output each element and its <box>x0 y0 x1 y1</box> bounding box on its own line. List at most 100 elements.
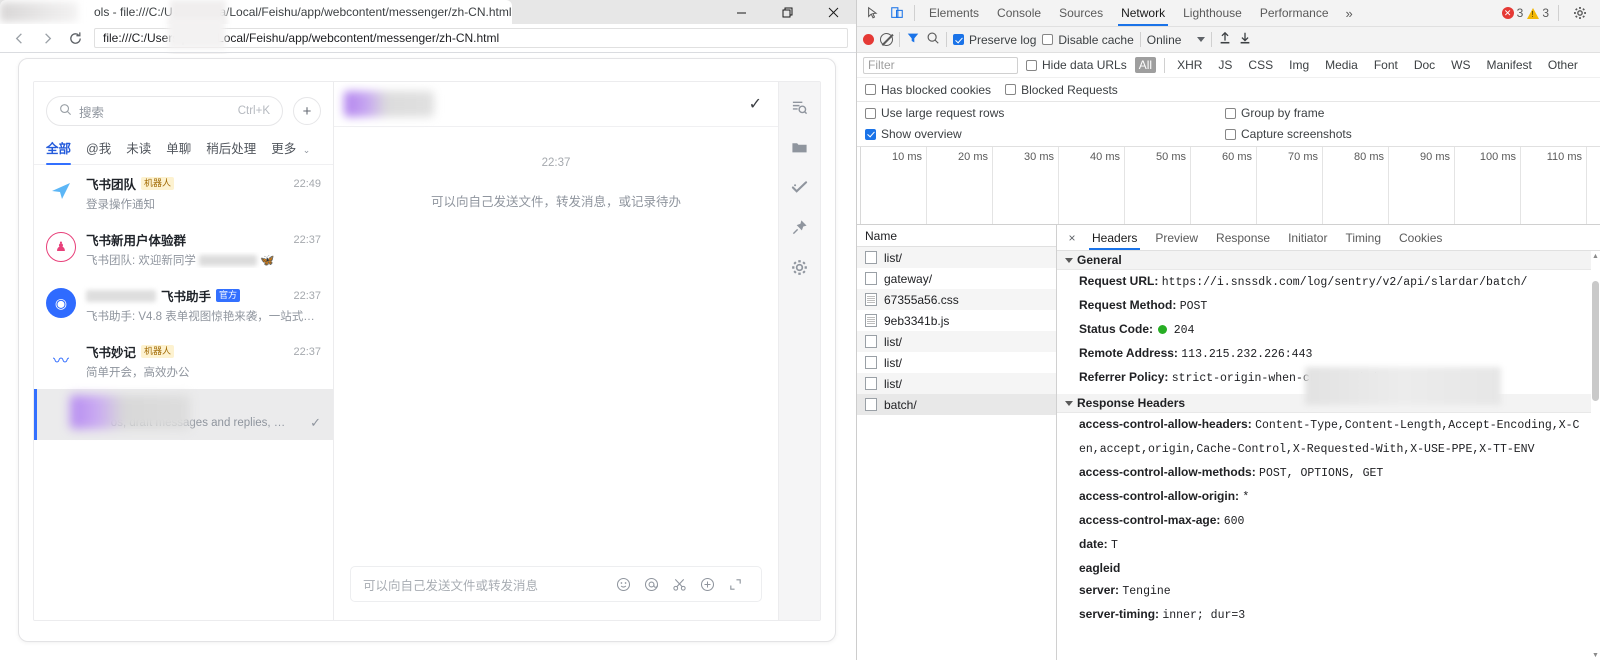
tab-elements[interactable]: Elements <box>920 0 988 26</box>
scissors-icon[interactable] <box>665 577 693 592</box>
table-row[interactable]: 67355a56.css <box>857 289 1056 310</box>
restore-icon[interactable] <box>764 0 810 24</box>
inspect-element-icon[interactable] <box>861 1 885 25</box>
list-item-selected[interactable]: os, draft messages and replies, … ✓ <box>34 389 333 440</box>
show-overview-checkbox[interactable]: Show overview <box>865 127 1225 141</box>
section-general[interactable]: General <box>1057 251 1600 270</box>
clear-icon[interactable] <box>880 33 893 46</box>
checkmark-icon[interactable]: ✓ <box>749 94 762 114</box>
type-filter-all[interactable]: All <box>1134 57 1157 73</box>
gear-icon[interactable] <box>1568 1 1592 25</box>
hide-data-urls-checkbox[interactable]: Hide data URLs <box>1026 58 1127 72</box>
import-har-icon[interactable] <box>1218 31 1232 48</box>
filter-funnel-icon[interactable] <box>906 31 920 48</box>
request-list-header[interactable]: Name <box>857 225 1056 247</box>
tab-response[interactable]: Response <box>1207 225 1279 250</box>
network-overview-timeline[interactable]: 10 ms 20 ms 30 ms 40 ms 50 ms 60 ms 70 m… <box>857 147 1600 225</box>
gear-icon[interactable] <box>791 258 809 276</box>
tasks-check-icon[interactable] <box>791 178 809 196</box>
export-har-icon[interactable] <box>1238 31 1252 48</box>
blocked-requests-checkbox[interactable]: Blocked Requests <box>1005 83 1118 97</box>
table-row[interactable]: list/ <box>857 331 1056 352</box>
tab-timing[interactable]: Timing <box>1336 225 1390 250</box>
minimize-icon[interactable] <box>718 0 764 24</box>
scroll-up-arrow-icon[interactable]: ▲ <box>1591 251 1600 261</box>
tab-network[interactable]: Network <box>1112 0 1174 26</box>
header-access-control-allow-headers: access-control-allow-headers: Content-Ty… <box>1057 413 1600 437</box>
list-item[interactable]: ◉ 飞书助手 官方 22:37 飞书助手: V4.8 表单视图惊艳来袭，一站式解… <box>34 277 333 333</box>
type-filter-doc[interactable]: Doc <box>1410 57 1439 73</box>
preserve-log-checkbox[interactable]: Preserve log <box>953 33 1036 47</box>
chat-filter-mentions-label: @我 <box>86 142 112 156</box>
checkbox-icon <box>865 272 877 285</box>
pin-icon[interactable] <box>791 218 809 236</box>
emoji-icon[interactable] <box>609 577 637 592</box>
table-row[interactable]: list/ <box>857 373 1056 394</box>
chat-filter-later[interactable]: 稍后处理 <box>206 138 256 164</box>
chat-filter-more[interactable]: 更多 ⌄ <box>271 138 310 164</box>
disable-cache-checkbox[interactable]: Disable cache <box>1042 33 1134 47</box>
mention-icon[interactable] <box>637 577 665 592</box>
type-filter-font[interactable]: Font <box>1370 57 1402 73</box>
tab-console[interactable]: Console <box>988 0 1050 26</box>
message-input[interactable]: 可以向自己发送文件或转发消息 <box>363 575 609 594</box>
detail-scrollbar[interactable]: ▲ ▼ <box>1591 251 1600 660</box>
tab-sources[interactable]: Sources <box>1050 0 1112 26</box>
tab-headers[interactable]: Headers <box>1083 225 1146 250</box>
devtools-panel: Elements Console Sources Network Lightho… <box>856 0 1600 660</box>
tab-lighthouse[interactable]: Lighthouse <box>1174 0 1251 26</box>
chat-filter-unread[interactable]: 未读 <box>126 138 151 164</box>
reload-icon[interactable] <box>64 27 86 49</box>
close-icon[interactable]: × <box>1061 231 1083 245</box>
composer-box[interactable]: 可以向自己发送文件或转发消息 <box>350 566 762 602</box>
group-by-frame-checkbox[interactable]: Group by frame <box>1225 106 1592 120</box>
capture-screenshots-checkbox[interactable]: Capture screenshots <box>1225 127 1592 141</box>
type-filter-ws[interactable]: WS <box>1447 57 1474 73</box>
table-row-selected[interactable]: batch/ <box>857 394 1056 415</box>
list-item[interactable]: ♟ 飞书新用户体验群 22:37 飞书团队: 欢迎新同学 🦋 <box>34 221 333 277</box>
has-blocked-cookies-checkbox[interactable]: Has blocked cookies <box>865 83 991 97</box>
tab-cookies[interactable]: Cookies <box>1390 225 1451 250</box>
table-row[interactable]: list/ <box>857 352 1056 373</box>
type-filter-other[interactable]: Other <box>1544 57 1582 73</box>
new-chat-button[interactable]: + <box>293 97 321 125</box>
close-icon[interactable] <box>810 0 856 24</box>
table-row[interactable]: gateway/ <box>857 268 1056 289</box>
back-arrow-icon[interactable] <box>8 27 30 49</box>
chat-filter-single[interactable]: 单聊 <box>166 138 191 164</box>
filter-input[interactable]: Filter <box>863 56 1018 74</box>
table-row[interactable]: 9eb3341b.js <box>857 310 1056 331</box>
scroll-down-arrow-icon[interactable]: ▼ <box>1591 650 1600 660</box>
type-filter-js[interactable]: JS <box>1214 57 1236 73</box>
browser-tab[interactable]: ols - file:///C:/U /AppData/Local/Feishu… <box>0 0 512 24</box>
tab-initiator[interactable]: Initiator <box>1279 225 1336 250</box>
forward-arrow-icon[interactable] <box>36 27 58 49</box>
type-filter-media[interactable]: Media <box>1321 57 1362 73</box>
search-in-chat-icon[interactable] <box>791 98 809 116</box>
throttling-select[interactable]: Online <box>1147 33 1206 47</box>
scrollbar-thumb[interactable] <box>1592 281 1599 401</box>
list-item[interactable]: 飞书团队 机器人 22:49 登录操作通知 <box>34 165 333 221</box>
search-input[interactable]: 搜索 Ctrl+K <box>46 96 283 126</box>
folder-icon[interactable] <box>791 138 809 156</box>
expand-icon[interactable] <box>721 577 749 592</box>
search-icon[interactable] <box>926 31 940 48</box>
type-filter-manifest[interactable]: Manifest <box>1483 57 1536 73</box>
plus-circle-icon[interactable] <box>693 577 721 592</box>
record-icon[interactable] <box>863 34 874 45</box>
error-count[interactable]: ✕ 3 <box>1501 6 1523 20</box>
type-filter-css[interactable]: CSS <box>1244 57 1277 73</box>
warning-count[interactable]: ! 3 <box>1527 6 1549 20</box>
type-filter-xhr[interactable]: XHR <box>1173 57 1206 73</box>
list-item[interactable]: 〰 飞书妙记 机器人 22:37 简单开会，高效办公 <box>34 333 333 389</box>
chat-filter-mentions[interactable]: @我 <box>86 138 111 164</box>
type-filter-img[interactable]: Img <box>1285 57 1313 73</box>
table-row[interactable]: list/ <box>857 247 1056 268</box>
tab-preview[interactable]: Preview <box>1146 225 1207 250</box>
use-large-request-rows-checkbox[interactable]: Use large request rows <box>865 106 1225 120</box>
request-rows[interactable]: list/ gateway/ 67355a56.css 9eb3341b.js <box>857 247 1056 660</box>
device-toolbar-icon[interactable] <box>885 1 909 25</box>
chat-filter-all[interactable]: 全部 <box>46 138 72 165</box>
tab-performance[interactable]: Performance <box>1251 0 1338 26</box>
more-panels-icon[interactable]: » <box>1338 6 1361 21</box>
